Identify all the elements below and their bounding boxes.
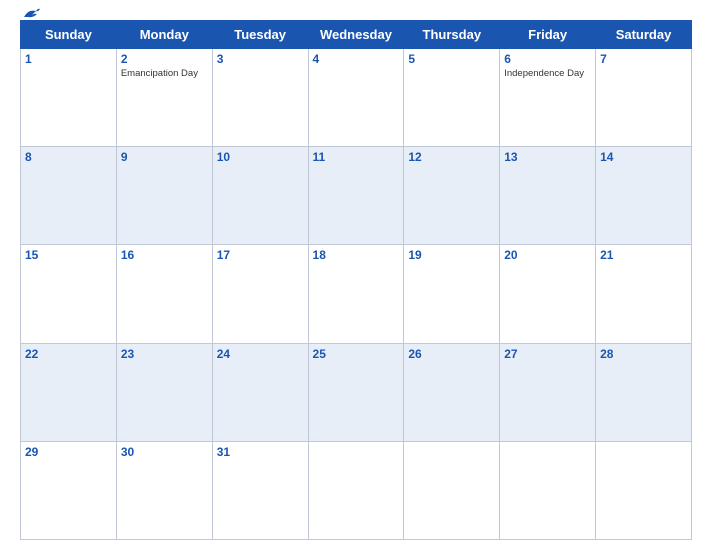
day-number: 3 [217,52,304,66]
calendar-week-row: 15 16 17 18 19 20 21 [21,245,692,343]
day-number: 25 [313,347,400,361]
calendar-week-row: 29 30 31 [21,441,692,539]
table-row: 22 [21,343,117,441]
table-row: 21 [596,245,692,343]
table-row [500,441,596,539]
day-number: 10 [217,150,304,164]
table-row: 3 [212,49,308,147]
day-number: 9 [121,150,208,164]
col-friday: Friday [500,21,596,49]
day-number: 12 [408,150,495,164]
day-number: 1 [25,52,112,66]
table-row: 19 [404,245,500,343]
day-number: 11 [313,150,400,164]
col-thursday: Thursday [404,21,500,49]
day-number: 21 [600,248,687,262]
table-row: 13 [500,147,596,245]
day-number: 13 [504,150,591,164]
table-row: 10 [212,147,308,245]
col-tuesday: Tuesday [212,21,308,49]
table-row: 30 [116,441,212,539]
table-row: 24 [212,343,308,441]
table-row: 14 [596,147,692,245]
table-row: 18 [308,245,404,343]
table-row [308,441,404,539]
day-number: 17 [217,248,304,262]
col-monday: Monday [116,21,212,49]
day-number: 8 [25,150,112,164]
table-row: 23 [116,343,212,441]
calendar-week-row: 22 23 24 25 26 27 28 [21,343,692,441]
table-row: 8 [21,147,117,245]
day-number: 28 [600,347,687,361]
table-row: 4 [308,49,404,147]
day-number: 30 [121,445,208,459]
table-row: 6 Independence Day [500,49,596,147]
table-row: 5 [404,49,500,147]
day-number: 5 [408,52,495,66]
table-row: 2 Emancipation Day [116,49,212,147]
table-row [596,441,692,539]
table-row: 29 [21,441,117,539]
day-number: 27 [504,347,591,361]
calendar-table: Sunday Monday Tuesday Wednesday Thursday… [20,20,692,540]
col-sunday: Sunday [21,21,117,49]
day-number: 6 [504,52,591,66]
day-number: 15 [25,248,112,262]
logo [20,7,40,21]
day-number: 16 [121,248,208,262]
table-row: 12 [404,147,500,245]
holiday-label: Independence Day [504,68,591,80]
table-row: 9 [116,147,212,245]
day-number: 18 [313,248,400,262]
days-of-week-row: Sunday Monday Tuesday Wednesday Thursday… [21,21,692,49]
day-number: 26 [408,347,495,361]
calendar-week-row: 12 Emancipation Day 3456 Independence Day 7 [21,49,692,147]
day-number: 7 [600,52,687,66]
day-number: 31 [217,445,304,459]
day-number: 24 [217,347,304,361]
table-row [404,441,500,539]
day-number: 2 [121,52,208,66]
day-number: 23 [121,347,208,361]
table-row: 7 [596,49,692,147]
col-saturday: Saturday [596,21,692,49]
table-row: 31 [212,441,308,539]
holiday-label: Emancipation Day [121,68,208,80]
day-number: 4 [313,52,400,66]
col-wednesday: Wednesday [308,21,404,49]
day-number: 19 [408,248,495,262]
table-row: 15 [21,245,117,343]
table-row: 27 [500,343,596,441]
table-row: 25 [308,343,404,441]
day-number: 22 [25,347,112,361]
calendar-week-row: 89 10 11 12 13 14 [21,147,692,245]
table-row: 17 [212,245,308,343]
logo-bird-icon [22,7,40,21]
table-row: 28 [596,343,692,441]
table-row: 1 [21,49,117,147]
table-row: 20 [500,245,596,343]
day-number: 29 [25,445,112,459]
table-row: 11 [308,147,404,245]
day-number: 14 [600,150,687,164]
table-row: 16 [116,245,212,343]
day-number: 20 [504,248,591,262]
table-row: 26 [404,343,500,441]
